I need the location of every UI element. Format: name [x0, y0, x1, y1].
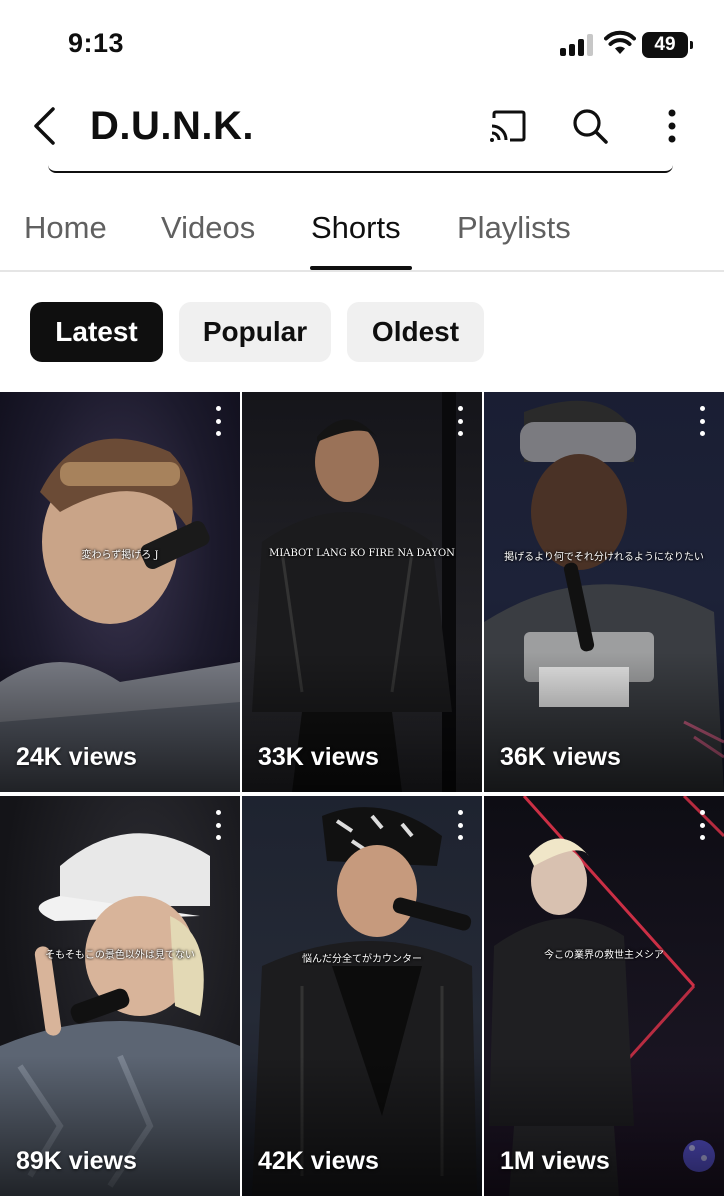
- short-more-icon[interactable]: [210, 406, 226, 436]
- more-vert-icon: [668, 109, 676, 143]
- short-thumbnail[interactable]: 変わらず掲げろ J 24K views: [0, 392, 240, 792]
- short-more-icon[interactable]: [694, 810, 710, 840]
- channel-tabs: Home Videos Shorts Playlists: [0, 196, 724, 272]
- cast-icon: [490, 110, 526, 142]
- tab-home[interactable]: Home: [24, 210, 107, 246]
- short-views: 1M views: [500, 1147, 610, 1175]
- short-caption: 変わらず掲げろ J: [81, 550, 159, 561]
- back-button[interactable]: [22, 104, 66, 148]
- chip-popular[interactable]: Popular: [179, 302, 331, 362]
- tab-playlists[interactable]: Playlists: [457, 210, 571, 246]
- status-time: 9:13: [68, 28, 125, 58]
- short-views: 89K views: [16, 1147, 137, 1175]
- short-thumbnail[interactable]: 今この業界の救世主メシア 1M views: [484, 796, 724, 1196]
- short-caption: 掲げるより何でそれ分けれるようになりたい: [504, 552, 704, 563]
- short-more-icon[interactable]: [452, 810, 468, 840]
- short-views: 24K views: [16, 743, 137, 771]
- header-divider: [48, 165, 673, 173]
- status-bar: 9:13 49: [0, 0, 724, 90]
- short-views: 33K views: [258, 743, 379, 771]
- cast-button[interactable]: [486, 104, 530, 148]
- short-views: 42K views: [258, 1147, 379, 1175]
- channel-title: D.U.N.K.: [90, 104, 254, 148]
- battery-indicator: 49: [642, 32, 693, 58]
- short-more-icon[interactable]: [210, 810, 226, 840]
- short-more-icon[interactable]: [452, 406, 468, 436]
- search-icon: [573, 109, 608, 144]
- shorts-grid: 変わらず掲げろ J 24K views MIABOT LANG KO FIRE …: [0, 392, 724, 1200]
- short-caption: MIABOT LANG KO FIRE NA DAYON: [269, 548, 455, 559]
- chip-latest[interactable]: Latest: [30, 302, 163, 362]
- short-caption: 今この業界の救世主メシア: [544, 950, 664, 961]
- cellular-signal-icon: [560, 34, 594, 56]
- short-more-icon[interactable]: [694, 406, 710, 436]
- short-thumbnail[interactable]: 悩んだ分全てがカウンター 42K views: [242, 796, 482, 1196]
- short-thumbnail[interactable]: MIABOT LANG KO FIRE NA DAYON 33K views: [242, 392, 482, 792]
- short-caption: そもそもこの景色以外は見てない: [45, 950, 195, 961]
- back-arrow-icon: [34, 107, 55, 145]
- short-thumbnail[interactable]: そもそもこの景色以外は見てない 89K views: [0, 796, 240, 1196]
- short-views: 36K views: [500, 743, 621, 771]
- chip-oldest[interactable]: Oldest: [347, 302, 484, 362]
- tab-shorts[interactable]: Shorts: [311, 210, 401, 246]
- search-button[interactable]: [568, 104, 612, 148]
- active-tab-indicator: [310, 266, 412, 270]
- more-options-button[interactable]: [650, 104, 694, 148]
- short-thumbnail[interactable]: 掲げるより何でそれ分けれるようになりたい 36K views: [484, 392, 724, 792]
- tab-videos[interactable]: Videos: [161, 210, 255, 246]
- short-caption: 悩んだ分全てがカウンター: [302, 954, 422, 965]
- sort-chips: Latest Popular Oldest: [0, 302, 724, 364]
- wifi-icon: [604, 30, 636, 54]
- channel-header: D.U.N.K.: [0, 90, 724, 170]
